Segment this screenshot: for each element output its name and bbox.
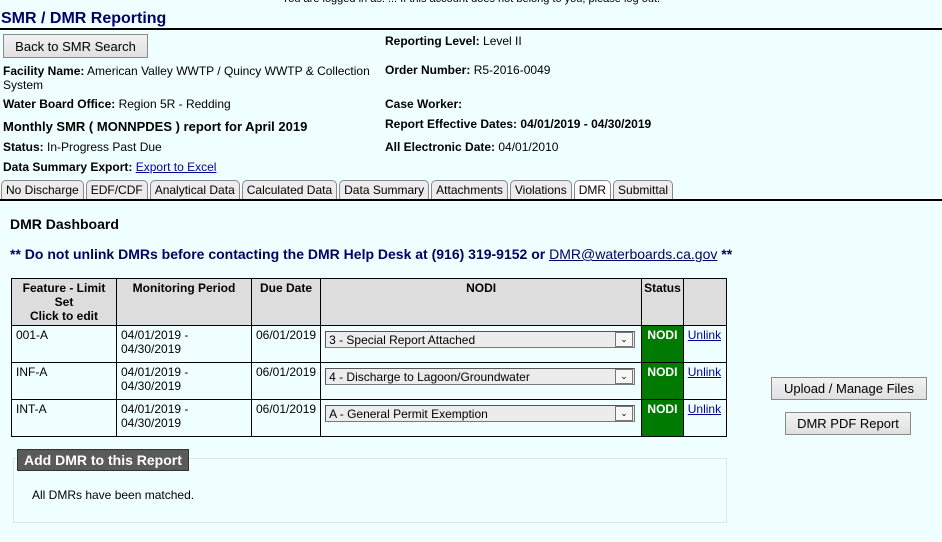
status-badge: NODI (641, 399, 684, 437)
due-date-cell: 06/01/2019 (250, 325, 322, 363)
chevron-down-icon[interactable]: ⌄ (615, 406, 634, 421)
chevron-down-icon[interactable]: ⌄ (615, 332, 634, 347)
nodi-selected-value: A - General Permit Exemption (329, 406, 488, 421)
tab-dmr[interactable]: DMR (573, 180, 612, 200)
all-electronic-date: All Electronic Date: 04/01/2010 (385, 140, 558, 154)
header-feature-label: Feature - Limit Set (22, 281, 106, 309)
reporting-level-label: Reporting Level: (385, 34, 480, 48)
office-label: Water Board Office: (3, 97, 116, 111)
facility-label: Facility Name: (3, 64, 85, 78)
period-cell: 04/01/2019 - 04/30/2019 (116, 399, 252, 437)
action-cell: Unlink (682, 399, 727, 437)
nodi-cell: 3 - Special Report Attached ⌄ (320, 325, 643, 363)
title-divider (0, 28, 942, 30)
tab-submittal[interactable]: Submittal (613, 180, 674, 199)
water-board-office: Water Board Office: Region 5R - Redding (3, 97, 231, 111)
header-nodi: NODI (320, 278, 643, 326)
add-dmr-legend: Add DMR to this Report (17, 449, 189, 471)
data-summary-export: Data Summary Export: Export to Excel (3, 160, 216, 174)
all-matched-message: All DMRs have been matched. (32, 488, 195, 502)
report-title: Monthly SMR ( MONNPDES ) report for Apri… (3, 119, 308, 134)
office-value: Region 5R - Redding (118, 97, 231, 111)
report-effective-dates: Report Effective Dates: 04/01/2019 - 04/… (385, 117, 651, 131)
page-title: SMR / DMR Reporting (1, 10, 167, 27)
due-date-cell: 06/01/2019 (250, 399, 322, 437)
nodi-select[interactable]: 4 - Discharge to Lagoon/Groundwater ⌄ (325, 368, 636, 385)
dmr-pdf-report-button[interactable]: DMR PDF Report (785, 412, 911, 435)
tab-attachments[interactable]: Attachments (431, 180, 508, 199)
status-badge: NODI (641, 325, 684, 363)
tab-analytical-data[interactable]: Analytical Data (149, 180, 240, 199)
header-status: Status (641, 278, 684, 326)
electronic-label: All Electronic Date: (385, 140, 496, 154)
export-to-excel-link[interactable]: Export to Excel (136, 160, 217, 174)
nodi-cell: A - General Permit Exemption ⌄ (320, 399, 643, 437)
facility-name: Facility Name: American Valley WWTP / Qu… (3, 64, 383, 92)
due-date-cell: 06/01/2019 (250, 362, 322, 400)
order-value: R5-2016-0049 (473, 63, 551, 77)
order-label: Order Number: (385, 63, 471, 77)
header-feature-hint: Click to edit (29, 309, 98, 323)
action-cell: Unlink (682, 325, 727, 363)
nodi-select[interactable]: 3 - Special Report Attached ⌄ (325, 331, 636, 348)
table-row: INT-A 04/01/2019 - 04/30/2019 06/01/2019… (11, 399, 727, 437)
unlink-link[interactable]: Unlink (688, 365, 721, 379)
effective-value: 04/01/2019 - 04/30/2019 (520, 117, 652, 131)
table-header-row: Feature - Limit Set Click to edit Monito… (11, 278, 727, 326)
nodi-select[interactable]: A - General Permit Exemption ⌄ (325, 405, 636, 422)
table-row: INF-A 04/01/2019 - 04/30/2019 06/01/2019… (11, 362, 727, 400)
dmr-table: Feature - Limit Set Click to edit Monito… (11, 278, 727, 437)
header-action (682, 278, 727, 326)
warning-text: ** Do not unlink DMRs before contacting … (10, 246, 550, 262)
chevron-down-icon[interactable]: ⌄ (615, 369, 634, 384)
upload-manage-files-button[interactable]: Upload / Manage Files (771, 377, 927, 400)
tab-data-summary[interactable]: Data Summary (339, 180, 430, 199)
electronic-value: 04/01/2010 (498, 140, 559, 154)
tab-calculated-data[interactable]: Calculated Data (241, 180, 338, 199)
tab-violations[interactable]: Violations (509, 180, 572, 199)
report-status: Status: In-Progress Past Due (3, 140, 162, 154)
unlink-link[interactable]: Unlink (688, 402, 721, 416)
feature-value[interactable]: INT-A (16, 402, 47, 416)
reporting-level: Reporting Level: Level II (385, 34, 522, 48)
feature-value[interactable]: 001-A (16, 328, 48, 342)
nodi-cell: 4 - Discharge to Lagoon/Groundwater ⌄ (320, 362, 643, 400)
status-value: In-Progress Past Due (47, 140, 162, 154)
status-label: Status: (3, 140, 44, 154)
reporting-level-value: Level II (483, 34, 522, 48)
nodi-selected-value: 3 - Special Report Attached (329, 332, 476, 347)
header-due-date: Due Date (250, 278, 322, 326)
unlink-link[interactable]: Unlink (688, 328, 721, 342)
feature-cell[interactable]: 001-A (11, 325, 117, 363)
action-cell: Unlink (682, 362, 727, 400)
tab-no-discharge[interactable]: No Discharge (1, 180, 84, 199)
warning-suffix: ** (717, 246, 733, 262)
header-feature: Feature - Limit Set Click to edit (11, 278, 117, 326)
unlink-warning: ** Do not unlink DMRs before contacting … (10, 246, 732, 262)
effective-label: Report Effective Dates: (385, 117, 518, 131)
tab-edf-cdf[interactable]: EDF/CDF (85, 180, 148, 199)
help-desk-email-link[interactable]: DMR@waterboards.ca.gov (549, 246, 717, 262)
period-cell: 04/01/2019 - 04/30/2019 (116, 362, 252, 400)
feature-value[interactable]: INF-A (16, 365, 47, 379)
feature-cell[interactable]: INF-A (11, 362, 117, 400)
status-badge: NODI (641, 362, 684, 400)
dmr-dashboard-title: DMR Dashboard (10, 216, 119, 232)
period-cell: 04/01/2019 - 04/30/2019 (116, 325, 252, 363)
header-period: Monitoring Period (116, 278, 252, 326)
order-number: Order Number: R5-2016-0049 (385, 63, 550, 77)
export-label: Data Summary Export: (3, 160, 133, 174)
case-worker: Case Worker: (385, 97, 462, 111)
nodi-selected-value: 4 - Discharge to Lagoon/Groundwater (329, 369, 530, 384)
case-worker-label: Case Worker: (385, 97, 463, 111)
feature-cell[interactable]: INT-A (11, 399, 117, 437)
tab-divider (0, 199, 942, 201)
login-notice: You are logged in as: ... If this accoun… (0, 0, 942, 5)
table-row: 001-A 04/01/2019 - 04/30/2019 06/01/2019… (11, 325, 727, 363)
back-to-smr-search-button[interactable]: Back to SMR Search (3, 34, 148, 58)
report-tabs: No Discharge EDF/CDF Analytical Data Cal… (1, 180, 675, 200)
